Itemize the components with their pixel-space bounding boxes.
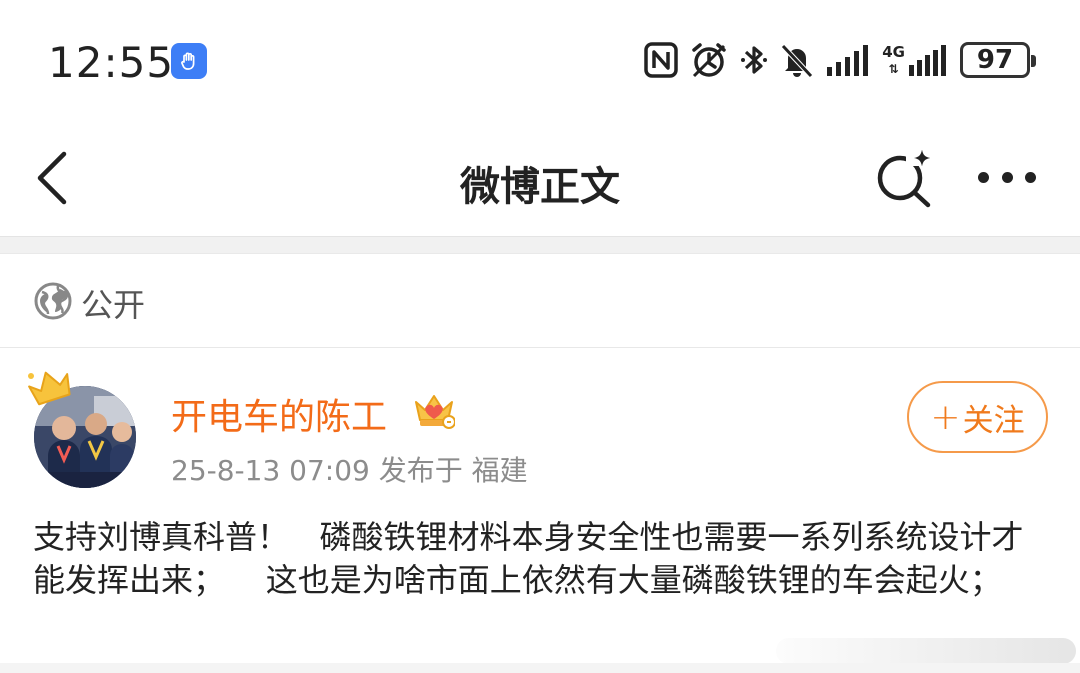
bottom-divider (0, 663, 1080, 673)
battery-icon: 97 (960, 38, 1036, 82)
search-sparkle-icon[interactable] (870, 146, 936, 208)
section-divider (0, 236, 1080, 254)
follow-label: 关注 (962, 402, 1025, 439)
more-dot (978, 171, 989, 183)
post-text: 支持刘博真科普！ 磷酸铁锂材料本身安全性也需要一系列系统设计才能发挥出来； 这也… (33, 518, 1024, 599)
scroll-fade-overlay (776, 638, 1076, 664)
follow-button[interactable]: + 关注 (907, 381, 1048, 453)
nav-bar: 微博正文 (0, 120, 1080, 236)
status-icons: 4G ⇅ 97 (644, 38, 1036, 82)
4g-signal-icon: 4G ⇅ (882, 38, 948, 82)
network-type: 4G (882, 43, 905, 61)
visibility-label: 公开 (81, 286, 146, 324)
more-dot (1001, 171, 1013, 183)
avatar[interactable] (24, 366, 144, 490)
vip-crown-badge-icon[interactable] (413, 392, 456, 430)
crown-icon (26, 366, 74, 406)
more-icon[interactable] (972, 154, 1042, 200)
visibility-row: 公开 (0, 254, 1080, 348)
battery-level: 97 (960, 42, 1036, 78)
author-name[interactable]: 开电车的陈工 (171, 388, 387, 440)
nfc-icon (644, 38, 678, 82)
app-badge-hand-icon (171, 43, 207, 79)
mute-bell-icon (780, 38, 814, 82)
post-meta: 25-8-13 07:09 发布于 福建 (171, 454, 528, 487)
globe-icon (34, 282, 72, 320)
alarm-icon (690, 38, 728, 82)
more-dot (1025, 171, 1036, 183)
signal-icon (826, 38, 870, 82)
status-time: 12:55 (48, 38, 175, 87)
follow-plus-icon: + (930, 396, 961, 438)
status-bar: 12:55 4G ⇅ 97 (0, 0, 1080, 120)
bluetooth-icon (740, 38, 768, 82)
